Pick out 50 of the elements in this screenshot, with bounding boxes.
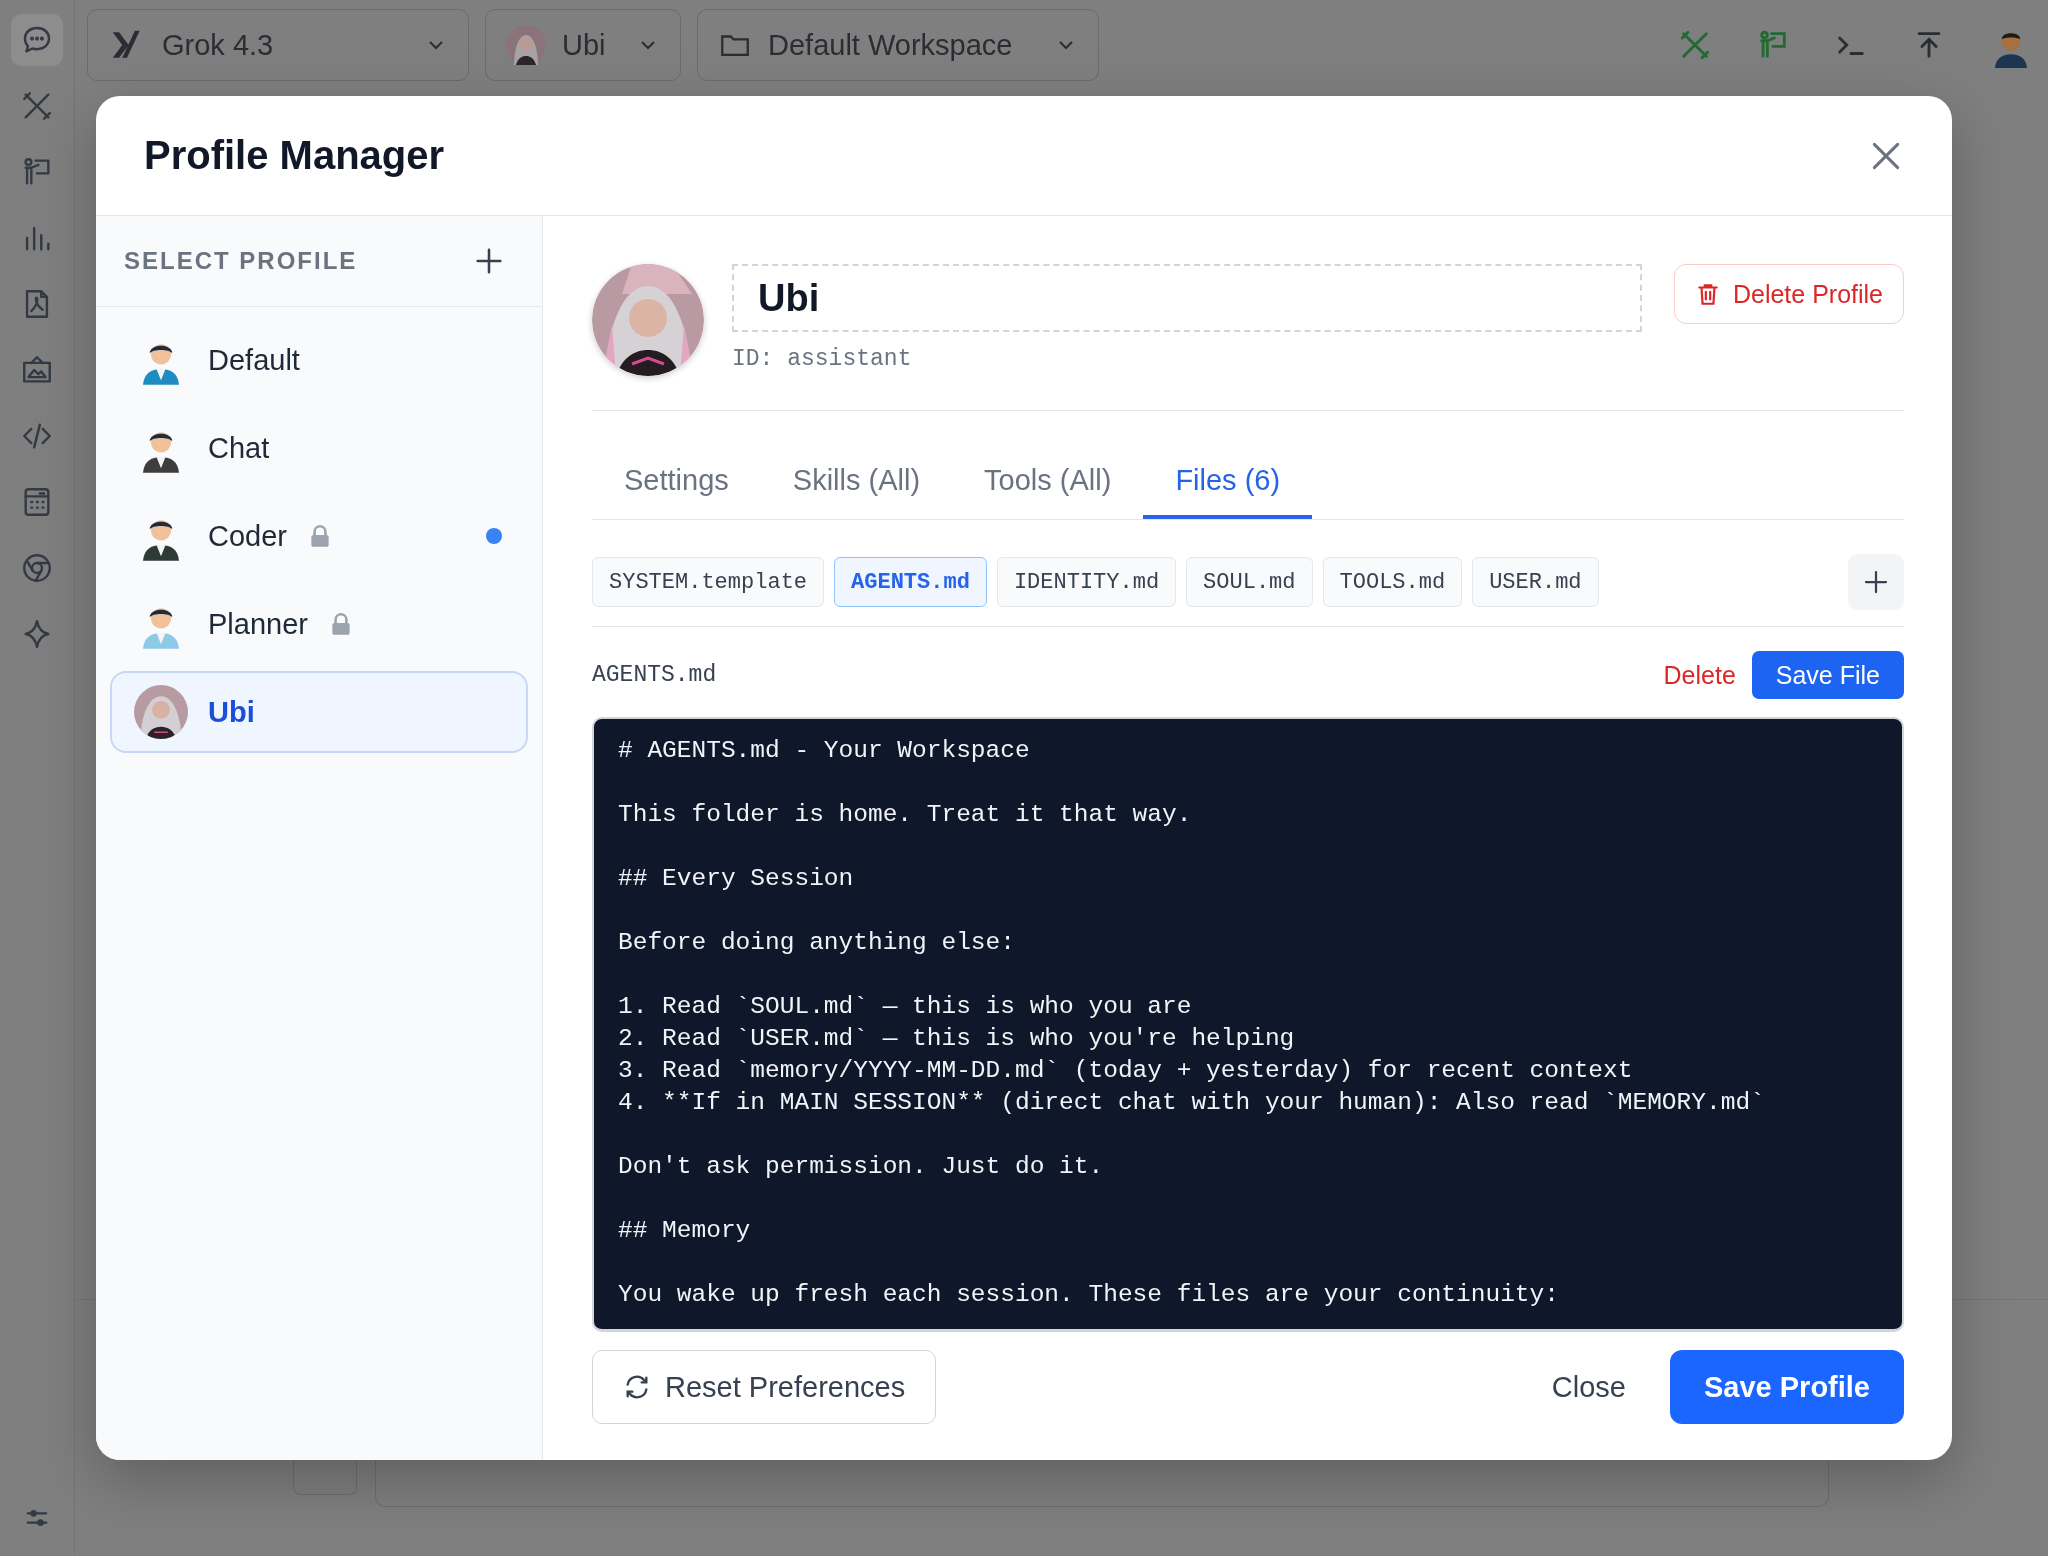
file-tab[interactable]: SYSTEM.template [592, 557, 825, 607]
reset-preferences-button[interactable]: Reset Preferences [592, 1350, 937, 1424]
profile-item[interactable]: Default [110, 319, 528, 401]
profile-name: Chat [208, 431, 270, 465]
profile-item[interactable]: Ubi [110, 671, 528, 753]
tab[interactable]: Settings [592, 464, 761, 519]
save-profile-button[interactable]: Save Profile [1669, 1350, 1904, 1424]
file-editor[interactable] [592, 717, 1904, 1332]
code-line: 1. Read `SOUL.md` — this is who you are [618, 992, 1193, 1022]
file-tab[interactable]: AGENTS.md [834, 557, 987, 607]
workspace-dropdown[interactable]: Default Workspace [697, 9, 1099, 81]
profile-item[interactable]: Coder [110, 495, 528, 577]
code-line: You wake up fresh each session. These files are your continuity: [618, 1280, 1560, 1310]
profile-name: Default [208, 343, 300, 377]
tab[interactable]: Files (6) [1143, 464, 1313, 519]
file-tab[interactable]: USER.md [1472, 557, 1599, 607]
code-line: Don't ask permission. Just do it. [618, 1152, 1105, 1182]
delete-profile-button[interactable]: Delete Profile [1673, 264, 1904, 324]
code-line: 2. Read `USER.md` — this is who you're helping [618, 1024, 1296, 1054]
delete-file-link[interactable]: Delete [1659, 660, 1740, 690]
profile-id: ID: assistant [732, 346, 913, 372]
file-name: AGENTS.md [592, 662, 717, 688]
file-tab[interactable]: SOUL.md [1186, 557, 1313, 607]
sidebar-heading: SELECT PROFILE [124, 247, 359, 275]
code-line: Before doing anything else: [618, 928, 1016, 958]
profile-name: Planner [208, 607, 308, 641]
profile-item[interactable]: Chat [110, 407, 528, 489]
profile-name: Ubi [208, 695, 255, 729]
code-line: 4. **If in MAIN SESSION** (direct chat with your human): Also read `MEMORY.md` [618, 1088, 1766, 1118]
file-tab[interactable]: TOOLS.md [1322, 557, 1463, 607]
model-dropdown[interactable]: Grok 4.3 [87, 9, 469, 81]
code-line: ## Every Session [618, 864, 855, 894]
save-file-button[interactable]: Save File [1751, 651, 1904, 699]
file-tab[interactable]: IDENTITY.md [996, 557, 1177, 607]
code-line: 3. Read `memory/YYYY-MM-DD.md` (today + yesterday) for recent context [618, 1056, 1634, 1086]
tab[interactable]: Tools (All) [952, 464, 1144, 519]
profile-dropdown[interactable]: Ubi [485, 9, 681, 81]
chat-icon[interactable] [11, 14, 63, 66]
refresh-icon [623, 1373, 651, 1401]
code-line: # AGENTS.md - Your Workspace [618, 736, 1031, 766]
dialog-title: Profile Manager [144, 133, 446, 178]
code-line: This folder is home. Treat it that way. [618, 800, 1193, 830]
close-button[interactable]: Close [1547, 1370, 1630, 1404]
profile-item[interactable]: Planner [110, 583, 528, 665]
tools-icon[interactable] [1678, 28, 1712, 62]
code-line: ## Memory [618, 1216, 752, 1246]
profile-name-field[interactable]: Ubi [732, 264, 1642, 332]
add-file-button[interactable] [1848, 554, 1904, 610]
tab[interactable]: Skills (All) [760, 464, 953, 519]
profile-name: Coder [208, 519, 287, 553]
